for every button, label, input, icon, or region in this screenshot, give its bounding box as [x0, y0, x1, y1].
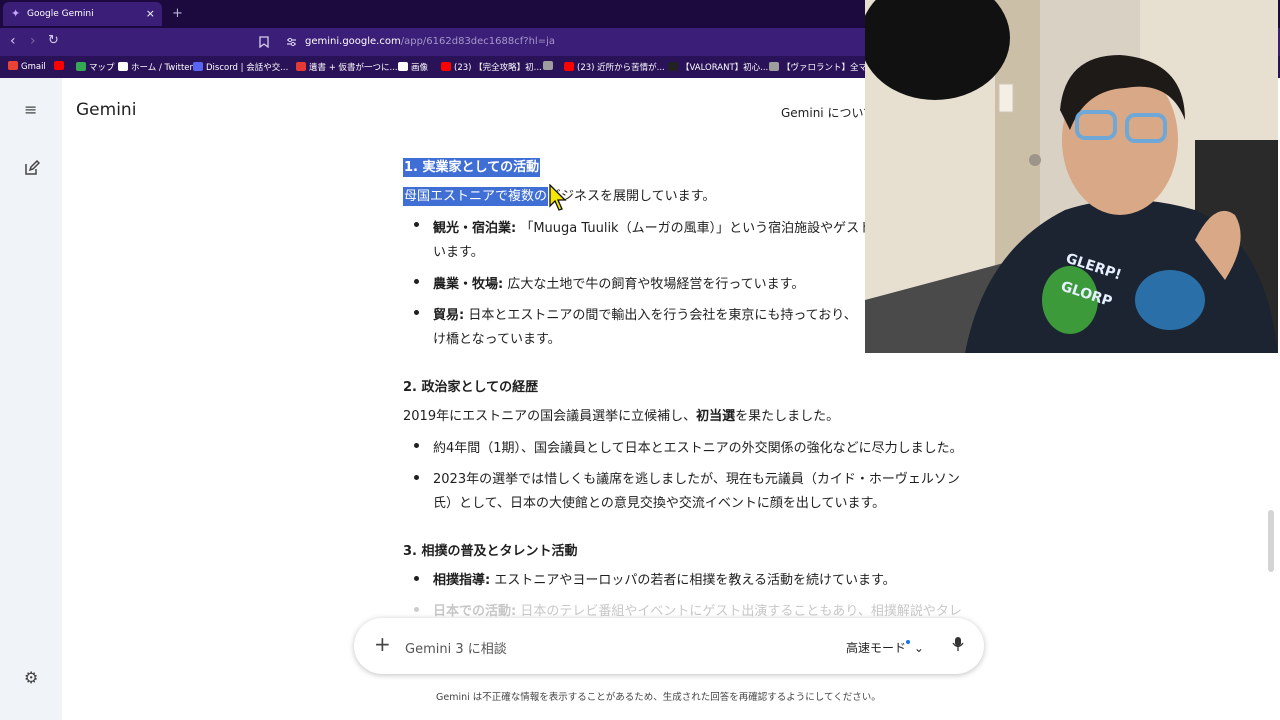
bookmark-item[interactable]: 遺書 + 仮書が一つに... — [296, 61, 398, 73]
bullet — [414, 222, 419, 227]
bookmark-item[interactable]: 【VALORANT】初心... — [668, 61, 768, 73]
bookmark-item[interactable]: (23) 近所から苦情が... — [564, 61, 665, 73]
bookmark-item[interactable]: (23) 【完全攻略】初... — [441, 61, 542, 73]
bookmark-favicon-icon — [76, 62, 86, 71]
bullet — [414, 279, 419, 284]
bookmark-favicon-icon — [769, 62, 779, 71]
reload-icon[interactable]: ↻ — [48, 33, 59, 48]
bookmark-favicon-icon — [193, 62, 203, 71]
list-item-term: 約4年間（1期）、国会議員として日本とエストニアの外交関係の強化などに尽力しまし… — [433, 441, 963, 456]
bullet — [414, 475, 419, 480]
bookmark-item[interactable]: マップ — [76, 61, 115, 73]
address-bar[interactable]: gemini.google.com/app/6162d83dec1688cf?h… — [305, 36, 555, 47]
bookmark-favicon-icon — [398, 62, 408, 71]
bookmark-favicon-icon — [118, 62, 128, 71]
bookmark-favicon-icon — [668, 62, 678, 71]
chevron-down-icon: ⌄ — [913, 641, 924, 655]
bookmark-item[interactable]: Gmail — [8, 61, 46, 72]
gemini-spark-icon: ✦ — [11, 7, 21, 20]
list-item-japan-activity: 日本での活動: 日本のテレビ番組やイベントにゲスト出演することもあり、相撲解説や… — [433, 604, 962, 619]
bullet — [414, 576, 419, 581]
list-item-trade: 貿易: 日本とエストニアの間で輸出入を行う会社を東京にも持っており、 — [433, 308, 857, 323]
back-icon[interactable]: ‹ — [10, 33, 16, 49]
webcam-image: GLERP! GLORP — [865, 0, 1278, 353]
selected-text: 母国エストニアで複数の — [403, 187, 549, 206]
disclaimer: Gemini は不正確な情報を表示することがあるため、生成された回答を再確認する… — [436, 692, 881, 703]
tab-title: Google Gemini — [27, 9, 94, 19]
bookmark-item[interactable]: Discord | 会話や交... — [193, 61, 288, 73]
forward-icon[interactable]: › — [30, 33, 36, 49]
list-item-election: 2023年の選挙では惜しくも議席を逃しましたが、現在も元議員（カイド・ホーヴェル… — [433, 472, 960, 487]
url-path: /app/6162d83dec1688cf?hl=ja — [400, 36, 555, 47]
bullet — [414, 443, 419, 448]
add-attachment-icon[interactable]: + — [374, 632, 391, 656]
webcam-overlay: GLERP! GLORP — [865, 0, 1278, 353]
bookmark-item[interactable]: 画像 — [398, 61, 428, 73]
mode-selector[interactable]: 高速モード ⌄ — [846, 639, 924, 656]
list-item-election-cont: 氏）として、日本の大使館との意見交換や交流イベントに顔を出しています。 — [433, 496, 886, 511]
scrollbar-thumb[interactable] — [1268, 510, 1274, 572]
bookmark-favicon-icon — [564, 62, 574, 71]
list-item-farming: 農業・牧場: 広大な土地で牛の飼育や牧場経営を行っています。 — [433, 277, 805, 292]
bullet — [414, 607, 419, 612]
microphone-icon[interactable] — [952, 636, 964, 652]
list-item-trade-cont: け橋となっています。 — [433, 332, 561, 347]
mouse-cursor-icon — [549, 184, 567, 211]
section-2-intro: 2019年にエストニアの国会議員選挙に立候補し、初当選を果たしました。 — [403, 409, 840, 424]
list-item-tourism: 観光・宿泊業: 「Muuga Tuulik（ムーガの風車）」という宿泊施設やゲス… — [433, 221, 873, 236]
site-settings-icon[interactable] — [286, 37, 297, 47]
bookmark-favicon-icon — [54, 61, 64, 70]
list-item-tourism-cont: います。 — [433, 245, 484, 260]
tab-google-gemini[interactable]: ✦ Google Gemini × — [3, 2, 162, 26]
bookmark-item[interactable]: ホーム / Twitter — [118, 61, 193, 73]
prompt-input-bar[interactable]: + Gemini 3 に相談 高速モード ⌄ — [354, 618, 984, 674]
tab-close-icon[interactable]: × — [146, 7, 155, 20]
url-host: gemini.google.com — [305, 36, 401, 47]
bookmark-favicon-icon — [543, 61, 553, 70]
bullet — [414, 310, 419, 315]
list-item-sumo-coaching: 相撲指導: エストニアやヨーロッパの若者に相撲を教える活動を続けています。 — [433, 573, 896, 588]
bookmark-favicon-icon — [8, 61, 18, 70]
section-1-heading: 1. 実業家としての活動 — [403, 158, 541, 177]
bookmark-favicon-icon — [296, 62, 306, 71]
bookmark-item[interactable] — [54, 61, 67, 72]
section-2-heading: 2. 政治家としての経歴 — [403, 380, 539, 395]
bookmark-item[interactable] — [543, 61, 556, 72]
prompt-input[interactable]: Gemini 3 に相談 — [405, 638, 507, 657]
bookmark-icon[interactable] — [259, 36, 269, 48]
section-3-heading: 3. 相撲の普及とタレント活動 — [403, 544, 578, 559]
new-tab-button[interactable]: + — [172, 6, 183, 21]
bookmark-favicon-icon — [441, 62, 451, 71]
mode-indicator-dot — [906, 640, 911, 644]
